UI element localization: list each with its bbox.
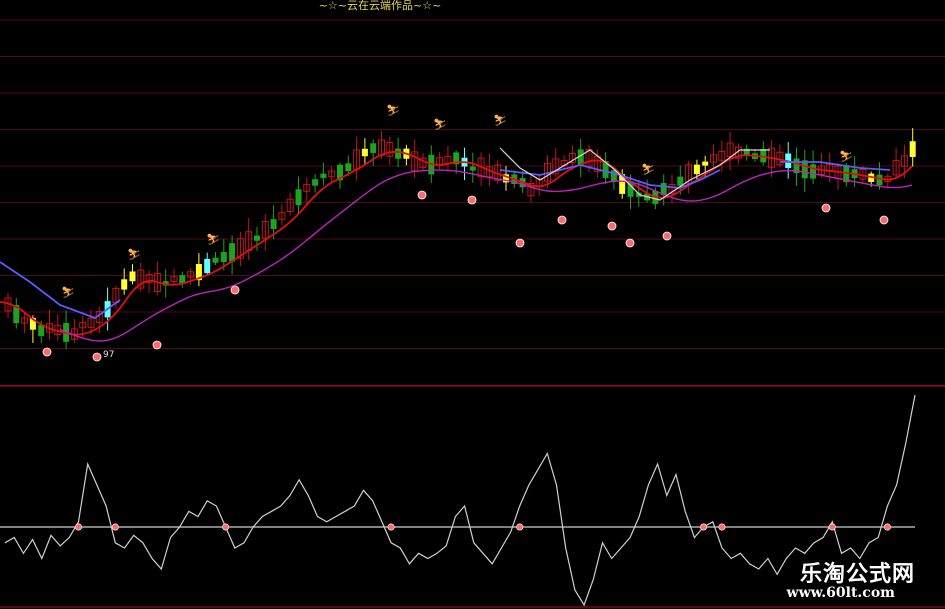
candle-body [370,143,377,153]
watermark-brand: 乐淘公式网 [799,562,915,587]
candle-body [610,170,617,182]
runner-signal-icon: ⛷ [386,104,400,117]
oscillator-cross-dot [883,523,891,531]
candle-body [254,235,260,241]
signal-dot-marker [625,238,635,248]
oscillator-cross-dot [828,523,836,531]
signal-dot-marker [662,231,672,241]
signal-dot-marker [42,347,52,357]
runner-signal-icon: ⛷ [61,286,75,299]
low-price-label: 97 [103,350,114,360]
runner-signal-icon: ⛷ [641,163,655,176]
signal-dot-marker [230,285,240,295]
signal-dot-marker [607,221,617,231]
oscillator-cross-dot [387,523,395,531]
candle-body [909,141,916,157]
ma-slow-line [59,169,913,342]
signal-dot-marker [417,190,427,200]
oscillator-cross-dot [111,523,119,531]
candle-body [469,166,476,171]
chart-title: ~☆~云在云端作品~☆~ [319,0,442,12]
signal-dot-marker [821,203,831,213]
candle-body [38,324,45,337]
signal-dot-marker [515,238,525,248]
candle-body [121,279,128,290]
watermark-url: www.60lt.com [786,585,895,601]
oscillator-panel [4,394,916,607]
candle-body [295,189,302,206]
candle-body [220,251,227,263]
candle-body [270,219,277,230]
runner-signal-icon: ⛷ [206,233,220,246]
oscillator-cross-dot [700,523,708,531]
oscillator-line [4,394,916,607]
ma-fast-line [0,150,913,336]
signal-dot-marker [467,195,477,205]
oscillator-cross-dot [222,523,230,531]
oscillator-cross-dot [75,523,83,531]
stock-chart: ~☆~云在云端作品~☆~ ⛷ ⛷ ⛷ ⛷ ⛷ ⛷ ⛷ ⛷ 97 [0,0,945,608]
candle-body [801,160,808,179]
candle-body [693,164,700,175]
candle-body [345,163,352,172]
signal-dot-marker [152,340,162,350]
signal-dot-marker [879,215,889,225]
candle-body [312,179,319,186]
candle-body [204,258,211,274]
oscillator-cross-dot [516,523,524,531]
candle-body [810,164,817,179]
candle-body [129,271,136,282]
runner-signal-icon: ⛷ [839,150,853,163]
signal-dot-marker [92,352,102,362]
candle-body [760,148,767,163]
oscillator-cross-dot [718,523,726,531]
candle-body [395,148,402,159]
candle-body [702,161,709,166]
runner-signal-icon: ⛷ [433,118,447,131]
signal-markers: ⛷ ⛷ ⛷ ⛷ ⛷ ⛷ ⛷ ⛷ [42,104,889,362]
candle-body [876,174,883,186]
candle-body [361,148,368,157]
candle-body [320,173,327,179]
runner-signal-icon: ⛷ [127,248,141,261]
signal-dot-marker [557,215,567,225]
runner-signal-icon: ⛷ [493,114,507,127]
trend-blue-line-2 [499,164,721,189]
candle-body [212,257,219,263]
